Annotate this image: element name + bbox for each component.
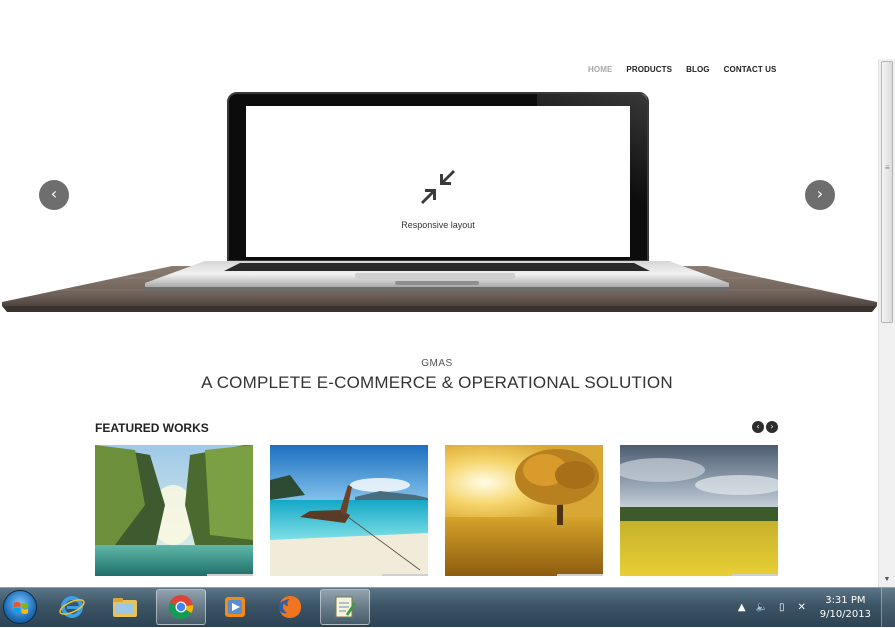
system-tray: ▲ 🔈 ▯ ✕ 3:31 PM 9/10/2013	[734, 588, 895, 628]
slider-next-button[interactable]: ›	[805, 180, 835, 210]
chrome-button[interactable]	[156, 589, 206, 625]
main-nav: HOME PRODUCTS BLOG CONTACT US	[588, 65, 776, 74]
taskbar-clock[interactable]: 3:31 PM 9/10/2013	[820, 594, 871, 622]
browser-viewport: HOME PRODUCTS BLOG CONTACT US Responsive…	[0, 0, 895, 587]
scroll-down-arrow-icon[interactable]: ▼	[882, 576, 892, 584]
windows-logo-icon	[14, 602, 28, 614]
nav-blog[interactable]: BLOG	[686, 65, 710, 74]
longtail-boat-beach-photo	[270, 445, 428, 576]
featured-item-4[interactable]	[620, 445, 778, 576]
scroll-thumb[interactable]: ≡	[881, 61, 893, 323]
featured-works-title: FEATURED WORKS	[95, 421, 209, 435]
volume-icon[interactable]: 🔈	[754, 600, 770, 616]
power-icon[interactable]: ▯	[774, 600, 790, 616]
windows-taskbar: ▲ 🔈 ▯ ✕ 3:31 PM 9/10/2013	[0, 587, 895, 628]
start-button[interactable]	[3, 590, 37, 624]
media-player-icon	[225, 597, 245, 617]
vertical-scrollbar[interactable]: ≡ ▼	[878, 59, 895, 587]
chrome-icon	[168, 595, 194, 619]
slider-prev-button[interactable]: ‹	[39, 180, 69, 210]
page-headline: A COMPLETE E-COMMERCE & OPERATIONAL SOLU…	[201, 373, 673, 392]
tropical-cliffs-photo	[95, 445, 253, 576]
golden-tree-field-photo	[445, 445, 603, 576]
file-explorer-icon	[113, 598, 137, 617]
featured-item-2[interactable]	[270, 445, 428, 576]
rapeseed-field-photo	[620, 445, 778, 576]
brand-name: GMAS	[421, 358, 453, 369]
clock-date: 9/10/2013	[819, 609, 871, 620]
internet-explorer-icon	[59, 596, 85, 618]
laptop-screen: Responsive layout	[227, 92, 649, 262]
file-explorer-button[interactable]	[100, 589, 150, 625]
featured-next-button[interactable]: ›	[766, 421, 778, 433]
laptop-display: Responsive layout	[246, 106, 630, 257]
scroll-grip-icon: ≡	[885, 163, 890, 172]
show-desktop-button[interactable]	[881, 588, 895, 628]
featured-item-1[interactable]	[95, 445, 253, 576]
firefox-icon	[279, 596, 302, 618]
slide-caption: Responsive layout	[401, 220, 475, 230]
notepad-button[interactable]	[320, 589, 370, 625]
featured-item-3[interactable]	[445, 445, 603, 576]
clock-time: 3:31 PM	[825, 595, 866, 606]
firefox-button[interactable]	[265, 589, 315, 625]
nav-contact-us[interactable]: CONTACT US	[724, 65, 777, 74]
show-hidden-icons-icon[interactable]: ▲	[734, 600, 750, 616]
laptop-base	[145, 261, 729, 291]
media-player-button[interactable]	[210, 589, 260, 625]
internet-explorer-button[interactable]	[47, 589, 97, 625]
featured-prev-button[interactable]: ‹	[752, 421, 764, 433]
compress-arrows-icon	[421, 170, 455, 204]
nav-home[interactable]: HOME	[588, 65, 612, 74]
network-icon[interactable]: ✕	[794, 600, 810, 616]
hero-slider: Responsive layout ‹ ›	[0, 85, 880, 320]
nav-products[interactable]: PRODUCTS	[626, 65, 672, 74]
notepad-icon	[335, 596, 357, 618]
